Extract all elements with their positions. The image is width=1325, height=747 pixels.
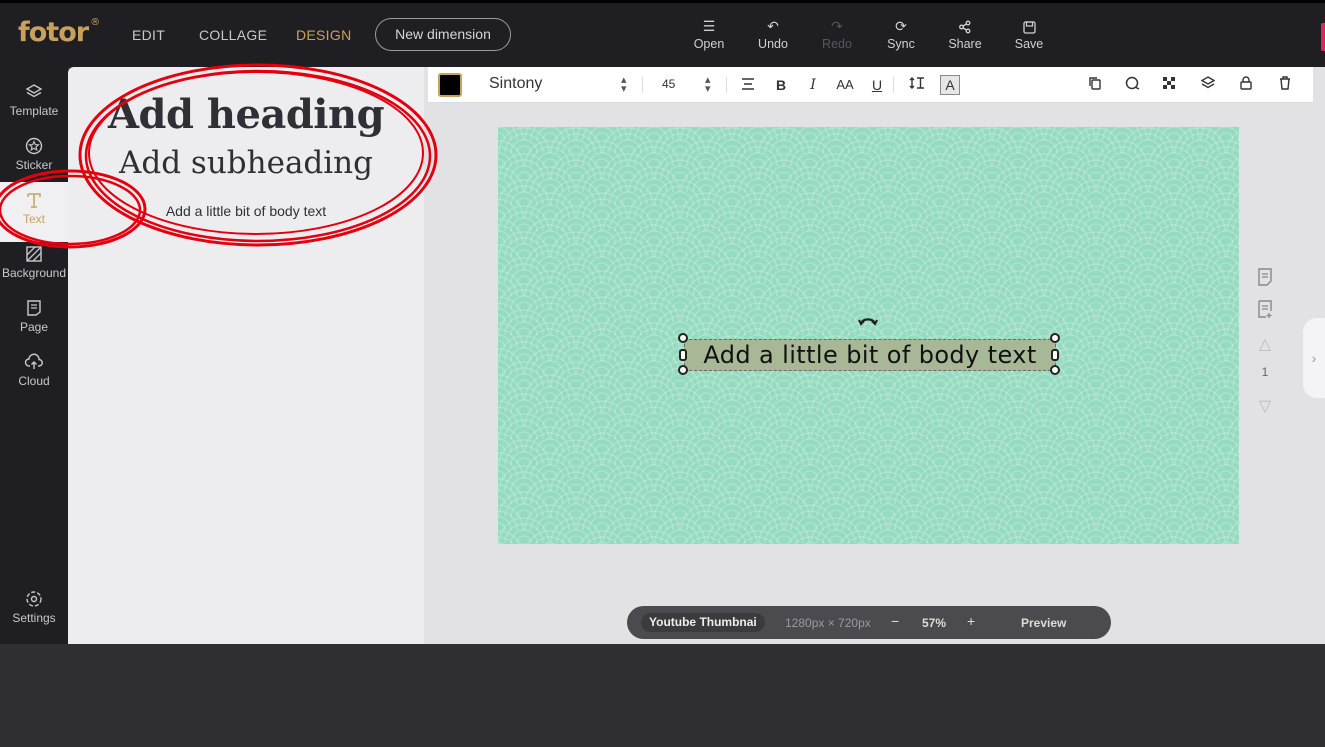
sidebar-item-template[interactable]: Template bbox=[0, 82, 68, 136]
layer-order-icon[interactable] bbox=[1197, 74, 1219, 96]
nav-edit[interactable]: EDIT bbox=[132, 27, 165, 43]
add-heading-option[interactable]: Add heading bbox=[68, 91, 424, 138]
zoom-out-button[interactable]: − bbox=[891, 613, 899, 629]
text-panel: Add heading Add subheading Add a little … bbox=[68, 67, 424, 644]
uppercase-button[interactable]: AA bbox=[833, 74, 857, 96]
redo-icon: ↷ bbox=[831, 18, 843, 34]
zoom-in-button[interactable]: + bbox=[967, 613, 975, 629]
page-down-icon[interactable]: ▽ bbox=[1256, 396, 1274, 415]
bottom-empty-area bbox=[0, 644, 1325, 747]
font-family-select[interactable]: Sintony bbox=[489, 75, 542, 93]
layers-icon bbox=[25, 84, 43, 98]
delete-icon[interactable] bbox=[1274, 74, 1296, 96]
nav-design[interactable]: DESIGN bbox=[296, 27, 351, 43]
fotor-app: fotor ® EDIT COLLAGE DESIGN New dimension… bbox=[0, 0, 1325, 747]
duplicate-page-icon[interactable] bbox=[1256, 300, 1274, 318]
gear-icon bbox=[26, 591, 42, 607]
divider bbox=[642, 77, 643, 93]
font-select-chevron-icon[interactable]: ▴ ▾ bbox=[621, 75, 627, 95]
sync-button[interactable]: ⟳ Sync bbox=[871, 17, 931, 51]
preview-button[interactable]: Preview bbox=[1021, 616, 1066, 630]
page-icon bbox=[27, 300, 41, 316]
cloud-upload-icon bbox=[24, 353, 43, 369]
sync-icon: ⟳ bbox=[895, 18, 907, 34]
template-name-label: Youtube Thumbnai bbox=[641, 613, 765, 632]
resize-handle[interactable] bbox=[1050, 333, 1060, 343]
resize-handle[interactable] bbox=[678, 333, 688, 343]
sidebar-item-background[interactable]: Background bbox=[0, 244, 68, 298]
redo-button[interactable]: ↷ Redo bbox=[807, 17, 867, 51]
undo-button[interactable]: ↶ Undo bbox=[743, 17, 803, 51]
save-button[interactable]: Save bbox=[999, 17, 1059, 51]
new-dimension-button[interactable]: New dimension bbox=[375, 18, 511, 51]
account-tab[interactable] bbox=[1321, 23, 1325, 51]
design-canvas[interactable] bbox=[498, 127, 1239, 544]
font-size-stepper-icon[interactable]: ▴ ▾ bbox=[705, 75, 711, 95]
share-icon bbox=[935, 17, 995, 35]
underline-button[interactable]: U bbox=[866, 74, 888, 96]
duplicate-icon[interactable] bbox=[1084, 74, 1106, 96]
line-spacing-icon[interactable] bbox=[906, 74, 928, 96]
add-subheading-option[interactable]: Add subheading bbox=[68, 145, 424, 181]
canvas-dimensions: 1280px × 720px bbox=[785, 616, 871, 630]
zoom-level: 57% bbox=[922, 616, 947, 630]
resize-handle[interactable] bbox=[1050, 365, 1060, 375]
text-toolbar: Sintony ▴ ▾ 45 ▴ ▾ B I AA U A bbox=[428, 67, 1313, 103]
expand-panel-chevron-icon[interactable]: › bbox=[1303, 318, 1325, 398]
text-icon bbox=[27, 193, 41, 208]
sticker-icon bbox=[25, 137, 43, 155]
sidebar-item-cloud[interactable]: Cloud bbox=[0, 352, 68, 406]
divider bbox=[726, 77, 727, 93]
fotor-logo[interactable]: fotor ® bbox=[18, 17, 100, 48]
add-body-text-option[interactable]: Add a little bit of body text bbox=[68, 203, 424, 219]
shape-icon[interactable] bbox=[1122, 74, 1144, 96]
page-number: 1 bbox=[1261, 365, 1269, 379]
open-button[interactable]: ☰ Open bbox=[679, 17, 739, 51]
page-up-icon[interactable]: △ bbox=[1256, 334, 1274, 353]
lock-icon[interactable] bbox=[1235, 74, 1257, 96]
share-button[interactable]: Share bbox=[935, 17, 995, 51]
sidebar-item-settings[interactable]: Settings bbox=[0, 589, 68, 643]
sidebar-item-page[interactable]: Page bbox=[0, 298, 68, 352]
bold-button[interactable]: B bbox=[770, 74, 792, 96]
side-handle[interactable] bbox=[1051, 349, 1059, 361]
header-bar: fotor ® EDIT COLLAGE DESIGN New dimension… bbox=[0, 3, 1325, 67]
align-icon[interactable] bbox=[737, 74, 759, 96]
nav-collage[interactable]: COLLAGE bbox=[199, 27, 267, 43]
background-icon bbox=[26, 246, 42, 262]
zoom-status-bar: Youtube Thumbnai 1280px × 720px − 57% + … bbox=[627, 606, 1111, 639]
text-color-swatch[interactable] bbox=[438, 73, 462, 97]
italic-button[interactable]: I bbox=[802, 74, 824, 96]
sidebar-rail: Template Sticker Text Background Page Cl… bbox=[0, 67, 68, 644]
sidebar-item-text[interactable]: Text bbox=[0, 182, 68, 242]
save-icon bbox=[999, 17, 1059, 35]
rotate-handle-icon[interactable] bbox=[857, 313, 879, 327]
divider bbox=[893, 77, 894, 93]
menu-icon: ☰ bbox=[702, 18, 716, 34]
selected-text-box[interactable]: Add a little bit of body text bbox=[684, 339, 1056, 371]
undo-icon: ↶ bbox=[767, 18, 779, 34]
text-effect-button[interactable]: A bbox=[940, 75, 960, 95]
font-size-input[interactable]: 45 bbox=[662, 77, 675, 91]
side-handle[interactable] bbox=[679, 349, 687, 361]
add-page-icon[interactable] bbox=[1256, 268, 1274, 286]
transparency-icon[interactable] bbox=[1158, 74, 1180, 96]
resize-handle[interactable] bbox=[678, 365, 688, 375]
